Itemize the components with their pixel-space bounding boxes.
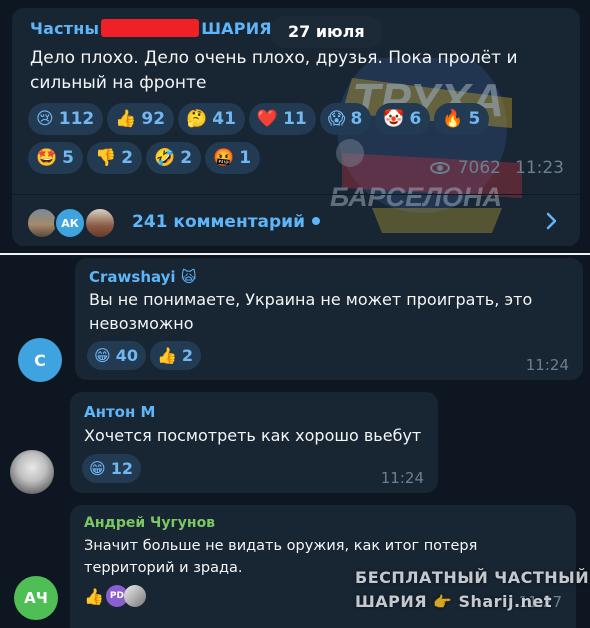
star-struck-icon: 🤩 [36, 147, 58, 168]
watermark-line-1: БЕСПЛАТНЫЙ ЧАСТНЫЙ [355, 568, 590, 587]
heart-icon: ❤️ [256, 108, 279, 129]
reaction-count: 2 [181, 346, 194, 365]
watermark-line-2: ШАРИЯ 👉 Sharij.net [355, 590, 589, 614]
reactor-avatar [123, 585, 146, 607]
reaction-crying[interactable]: 😢 112 [28, 103, 104, 135]
reaction-thinking[interactable]: 🤔 41 [178, 103, 245, 135]
reactions-row-2: 🤩 5 👎 2 🤣 2 🤬 1 [28, 142, 264, 174]
chevron-right-icon [546, 212, 557, 230]
thinking-face-icon: 🤔 [186, 108, 208, 129]
thumbs-down-icon: 👎 [95, 147, 117, 168]
watermark-site: Sharij.net [458, 592, 552, 611]
redaction-mark [101, 19, 200, 37]
sharij-watermark: БЕСПЛАТНЫЙ ЧАСТНЫЙ ШАРИЯ 👉 Sharij.net [355, 566, 589, 614]
comment-text: Вы не понимаете, Украина не может проигр… [89, 290, 533, 333]
comments-count-text: 241 комментарий [132, 212, 306, 232]
avatar[interactable]: C [18, 338, 62, 382]
reaction-cursing[interactable]: 🤬 1 [205, 142, 261, 174]
reaction-count: 5 [62, 148, 75, 168]
avatar[interactable]: АЧ [14, 576, 58, 620]
crying-face-icon: 😢 [36, 108, 54, 129]
cursing-face-icon: 🤬 [213, 147, 235, 168]
reaction-heart[interactable]: ❤️ 11 [248, 103, 316, 135]
comment-bubble: Crawshayi 🙀 Вы не понимаете, Украина не … [75, 258, 583, 380]
rofl-icon: 🤣 [154, 147, 176, 168]
comments-button[interactable]: АК 241 комментарий [12, 195, 580, 246]
comment-reactions: 😁 40 👍 2 [87, 341, 205, 370]
reaction-count: 2 [180, 148, 193, 168]
reaction-thumbs-up[interactable]: 👍 2 [149, 341, 202, 370]
unread-dot [312, 217, 321, 225]
comment-bubble: Антон М Хочется посмотреть как хорошо вь… [70, 392, 438, 493]
thumbs-up-icon: 👍 [84, 586, 104, 606]
reaction-thumbs-up[interactable]: 👍 92 [107, 103, 175, 135]
weary-cat-icon: 🙀 [180, 268, 197, 286]
commenter-avatar: АК [54, 207, 86, 239]
comment-reactions[interactable]: 👍 PD [84, 585, 146, 607]
reaction-rofl[interactable]: 🤣 2 [146, 142, 202, 174]
eye-icon [429, 162, 450, 174]
comment-time: 11:24 [380, 469, 424, 487]
reaction-count: 5 [468, 109, 481, 129]
grinning-face-icon: 😁 [94, 345, 111, 365]
reaction-count: 92 [141, 109, 166, 129]
reaction-fire[interactable]: 🔥 5 [434, 103, 490, 135]
commenter-avatar [84, 207, 116, 239]
section-separator [0, 253, 590, 255]
reaction-scream[interactable]: 😱 8 [319, 103, 372, 135]
date-pill: 27 июля [270, 16, 383, 48]
comment-time: 11:24 [525, 356, 569, 374]
reaction-grin[interactable]: 😁 12 [82, 454, 141, 483]
thumbs-up-icon: 👍 [115, 108, 137, 129]
post-text: Дело плохо. Дело очень плохо, друзья. По… [30, 48, 518, 93]
post-meta: 7062 11:23 [429, 158, 564, 178]
reaction-count: 11 [283, 109, 307, 129]
comment-author[interactable]: Антон М [84, 403, 155, 421]
comments-label: 241 комментарий [132, 212, 321, 232]
author-name-start: Частны [30, 19, 100, 38]
reaction-clown[interactable]: 🤡 6 [375, 103, 431, 135]
post-time: 11:23 [515, 158, 564, 178]
fire-icon: 🔥 [442, 108, 464, 129]
channel-post: ТРУХА БАРСЕЛОНА Частны ШАРИЯ 27 июля Дело… [12, 8, 580, 246]
view-count: 7062 [457, 158, 501, 178]
reaction-count: 41 [212, 109, 236, 129]
author-name-end: ШАРИЯ [201, 19, 272, 38]
reaction-star-struck[interactable]: 🤩 5 [28, 142, 84, 174]
comment-reactions: 😁 12 [82, 454, 145, 483]
post-author[interactable]: Частны ШАРИЯ [30, 19, 272, 38]
reaction-grin[interactable]: 😁 40 [87, 341, 146, 370]
reaction-count: 8 [350, 109, 363, 129]
reaction-count: 1 [239, 148, 252, 168]
watermark-brand: ШАРИЯ [355, 592, 428, 611]
clown-face-icon: 🤡 [383, 108, 405, 129]
thumbs-up-icon: 👍 [156, 345, 177, 365]
comment-author[interactable]: Андрей Чугунов [84, 515, 215, 531]
comment-text: Хочется посмотреть как хорошо вьебут [84, 426, 422, 445]
reaction-thumbs-down[interactable]: 👎 2 [87, 142, 143, 174]
grinning-face-icon: 😁 [89, 458, 106, 478]
pointing-hand-icon: 👉 [433, 593, 453, 611]
reaction-count: 12 [110, 459, 133, 478]
reaction-count: 2 [121, 148, 134, 168]
screaming-face-icon: 😱 [327, 108, 346, 129]
reactions-row-1: 😢 112 👍 92 🤔 41 ❤️ 11 😱 8 🤡 6 🔥 5 [28, 103, 493, 135]
reaction-count: 112 [58, 109, 95, 129]
avatar[interactable] [10, 450, 54, 494]
reaction-count: 40 [115, 346, 138, 365]
reaction-count: 6 [409, 109, 422, 129]
author-name: Crawshayi [89, 268, 176, 286]
comment-author[interactable]: Crawshayi 🙀 [89, 268, 196, 286]
